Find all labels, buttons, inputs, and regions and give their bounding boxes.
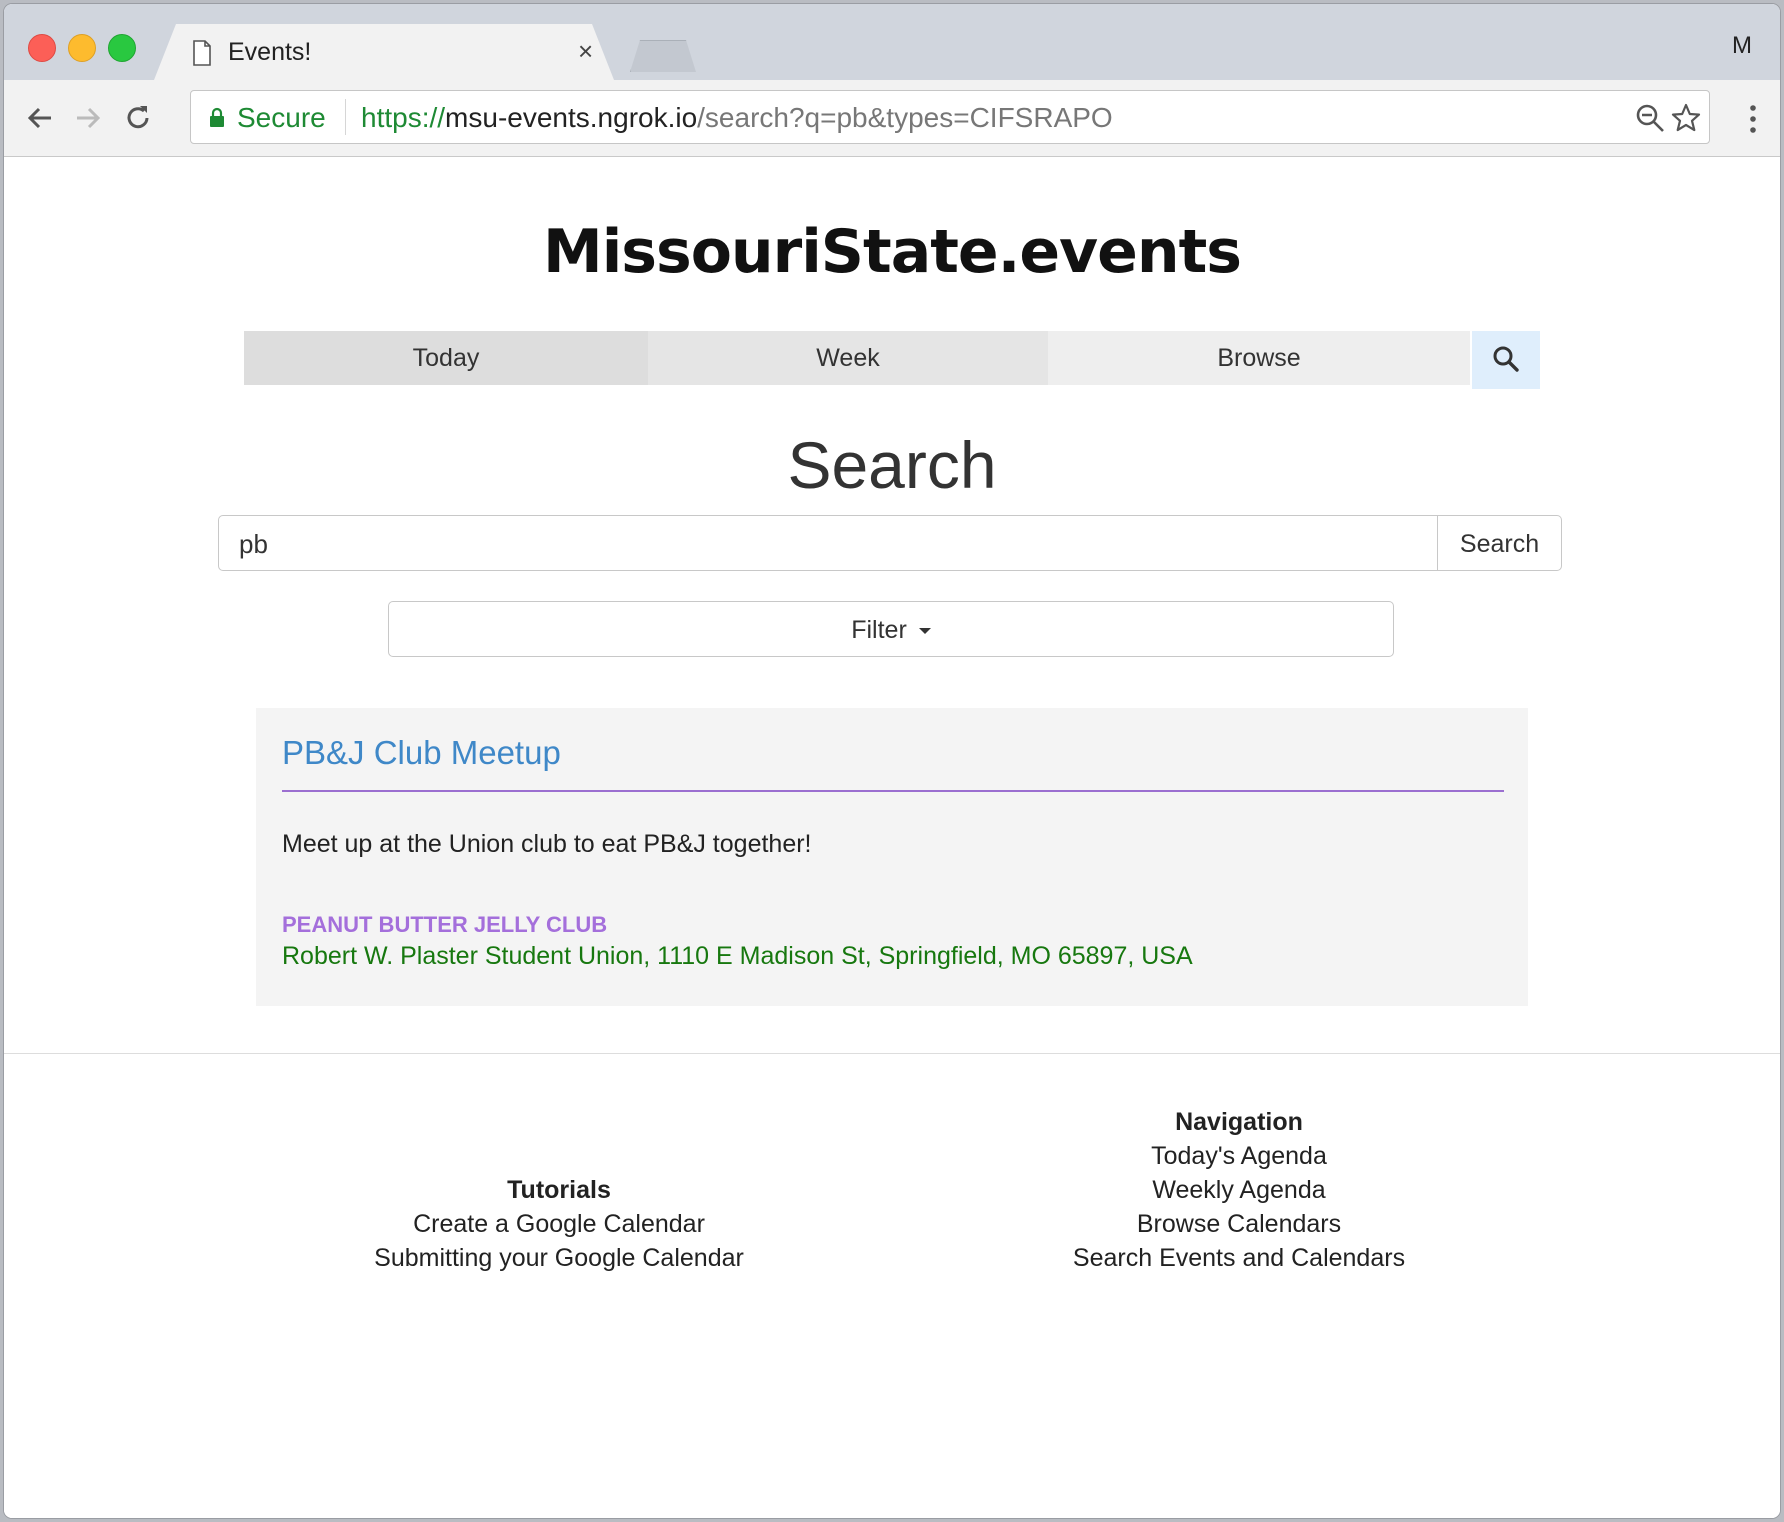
minimize-window-button[interactable] [68, 34, 96, 62]
profile-button[interactable]: M [1732, 32, 1752, 60]
footer-navigation-heading: Navigation [1175, 1108, 1303, 1136]
footer-navigation: Navigation Today's Agenda Weekly Agenda … [1014, 1105, 1464, 1275]
footer-tutorials-heading: Tutorials [507, 1176, 611, 1204]
url-scheme: https:// [361, 102, 446, 133]
search-input[interactable]: pb [218, 515, 1438, 571]
url-host: msu-events.ngrok.io [445, 102, 698, 133]
forward-icon[interactable] [72, 102, 104, 134]
browser-menu-icon[interactable] [1750, 104, 1756, 134]
url-path: /search?q=pb&types=CIFSRAPO [697, 102, 1113, 133]
result-card: PB&J Club Meetup Meet up at the Union cl… [256, 708, 1528, 1006]
footer-link-submit-calendar[interactable]: Submitting your Google Calendar [334, 1241, 784, 1275]
filter-label: Filter [851, 616, 907, 644]
browser-tab-active[interactable]: Events! × [154, 24, 614, 80]
url-text[interactable]: https://msu-events.ngrok.io/search?q=pb&… [361, 102, 1113, 134]
result-location[interactable]: Robert W. Plaster Student Union, 1110 E … [282, 942, 1193, 971]
secure-label: Secure [237, 102, 326, 133]
zoom-out-icon[interactable] [1635, 103, 1665, 133]
footer-tutorials: Tutorials Create a Google Calendar Submi… [334, 1173, 784, 1275]
nav-search-button[interactable] [1472, 331, 1540, 389]
browser-toolbar: Secure https://msu-events.ngrok.io/searc… [4, 80, 1780, 157]
tab-strip: Events! × M [4, 4, 1780, 80]
result-title[interactable]: PB&J Club Meetup [282, 734, 561, 772]
footer-link-create-calendar[interactable]: Create a Google Calendar [334, 1207, 784, 1241]
address-divider [345, 99, 346, 135]
result-divider [282, 790, 1504, 792]
back-icon[interactable] [24, 102, 56, 134]
result-description: Meet up at the Union club to eat PB&J to… [282, 830, 812, 858]
search-icon [1493, 346, 1519, 372]
new-tab-button[interactable] [630, 40, 696, 72]
nav-tab-week[interactable]: Week [648, 331, 1048, 385]
document-icon [193, 40, 211, 66]
search-button[interactable]: Search [1438, 515, 1562, 571]
address-bar[interactable]: Secure https://msu-events.ngrok.io/searc… [190, 90, 1710, 144]
nav-tab-browse[interactable]: Browse [1048, 331, 1470, 385]
filter-dropdown[interactable]: Filter [388, 601, 1394, 657]
close-window-button[interactable] [28, 34, 56, 62]
lock-icon [210, 107, 224, 127]
caret-down-icon [918, 628, 931, 635]
tab-close-icon[interactable]: × [578, 36, 593, 67]
nav-tab-today[interactable]: Today [244, 331, 648, 385]
page-title: Search [787, 428, 997, 502]
page-content: MissouriState.events Today Week Browse S… [4, 157, 1780, 1518]
site-logo[interactable]: MissouriState.events [4, 217, 1780, 287]
reload-icon[interactable] [122, 102, 154, 134]
footer-link-browse-calendars[interactable]: Browse Calendars [1014, 1207, 1464, 1241]
footer-link-todays-agenda[interactable]: Today's Agenda [1014, 1139, 1464, 1173]
footer-divider [4, 1053, 1780, 1054]
result-organization[interactable]: PEANUT BUTTER JELLY CLUB [282, 912, 607, 938]
footer-link-weekly-agenda[interactable]: Weekly Agenda [1014, 1173, 1464, 1207]
browser-window: Events! × M Secure https://msu-events.ng… [4, 4, 1780, 1518]
bookmark-star-icon[interactable] [1671, 103, 1701, 133]
footer-link-search[interactable]: Search Events and Calendars [1014, 1241, 1464, 1275]
zoom-window-button[interactable] [108, 34, 136, 62]
tab-title: Events! [228, 38, 312, 66]
